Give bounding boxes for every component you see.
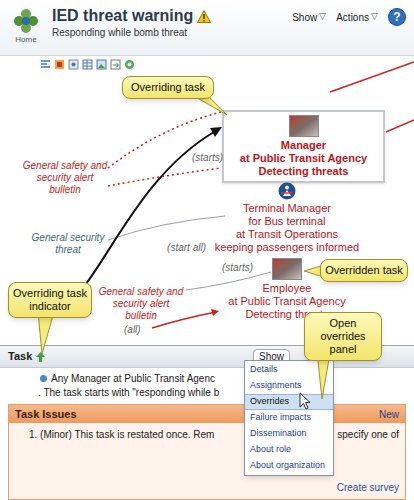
menu-item-label[interactable]: Overrides [250,395,289,409]
diagram-node[interactable]: Managerat Public Transit AgencyDetecting… [222,110,385,183]
role-badge-icon [278,182,296,200]
edge-label: General safety andsecurity alertbulletin [98,286,184,322]
person-photo [272,258,302,280]
title-block: IED threat warning Responding while bomb… [52,0,292,39]
home-label[interactable]: Home [15,35,36,45]
table-icon[interactable] [82,59,93,70]
edge-label: (all) [124,324,150,336]
edge-label-line: General security [32,232,105,244]
task-summary-text: Any Manager at Public Transit Agenc [51,372,215,385]
menu-item[interactable]: About role [245,442,333,458]
edge-label-line: General safety and [99,286,184,298]
home-link[interactable]: Home [0,0,52,45]
task-summary: Any Manager at Public Transit Agenc. The… [0,368,414,404]
dropdown-arrow[interactable]: ▽ [371,10,378,24]
menu-item-label[interactable]: Details [250,363,278,377]
node-label-line: at Transit Operations [236,228,338,241]
callout: Overridden task [320,259,408,282]
layout-icon[interactable] [40,59,51,70]
bullet-icon [40,375,47,382]
app-window: Home IED threat warning Responding while… [0,0,414,500]
menu-item-label[interactable]: About organization [250,459,325,473]
issue-text: 1. (Minor) This task is restated once. R… [15,428,214,441]
image-icon[interactable] [96,59,107,70]
show-menu: Details Assignments Overrides Failure impac… [244,360,334,476]
edge-label-line: (starts) [222,262,253,274]
node-label-line: Terminal Manager [243,202,331,215]
menu-item[interactable]: Assignments [245,378,333,394]
node-label-line: Employee [263,282,312,295]
task-summary-line: Any Manager at Public Transit Agenc [8,372,406,385]
edge-label: General safety andsecurity alertbulletin [22,160,108,196]
edge-label-line: bulletin [49,184,81,196]
menu-item[interactable]: Failure impacts [245,410,333,426]
diagram-node[interactable]: Terminal Managerfor Bus terminalat Trans… [207,182,367,254]
node-label-line: at Public Transit Agency [240,152,367,165]
menu-item-label[interactable]: Dissemination [250,427,307,441]
add-icon[interactable] [54,59,65,70]
node-label-line: Manager [281,139,326,152]
edge-label-line: General safety and [23,160,108,172]
toolbar [0,56,414,72]
callout: Overriding task [122,76,214,99]
node-label: Terminal Managerfor Bus terminalat Trans… [215,202,359,254]
help-button[interactable]: ? [388,8,406,26]
node-label-line: for Bus terminal [248,215,325,228]
task-issues-title: Task Issues [15,406,77,423]
logo-icon[interactable] [12,7,40,35]
edge-label: General securitythreat [28,232,108,256]
task-summary-line: . The task starts with "responding while… [8,386,406,399]
page-title: IED threat warning [52,6,193,26]
task-issues-body: 1. (Minor) This task is restated once. R… [9,423,405,499]
edge-label-line: security alert [113,298,170,310]
edge-label-line: (all) [124,324,141,336]
connections-overlay [0,0,414,500]
menu-item-label[interactable]: Assignments [250,379,302,393]
issue-text-tail: specify one of [337,428,399,441]
node-label: Managerat Public Transit AgencyDetecting… [240,139,367,178]
menu-item[interactable]: About organization [245,458,333,474]
task-issues-box: Task Issues New 1. (Minor) This task is … [8,404,406,500]
edge-label-line: bulletin [125,310,157,322]
person-photo [289,115,319,137]
node-label-line: at Public Transit Agency [228,295,345,308]
edge-label-line: (start all) [167,242,206,254]
edge-label-line: security alert [37,172,94,184]
edge-label: (start all) [150,242,206,254]
header: Home IED threat warning Responding while… [0,0,414,56]
export-icon[interactable] [110,59,121,70]
dropdown-arrow[interactable]: ▽ [319,10,326,24]
menu-item[interactable]: Overrides [245,394,333,410]
task-summary-text: . The task starts with "responding while… [38,386,219,399]
header-menu[interactable]: Show▽ [292,10,326,25]
override-arrow-icon[interactable] [36,352,45,362]
task-issues-header: Task Issues New [9,405,405,423]
page-subtitle: Responding while bomb threat [52,26,292,39]
edge-label-line: threat [55,244,81,256]
menu-item[interactable]: Dissemination [245,426,333,442]
issue-item: 1. (Minor) This task is restated once. R… [15,428,399,441]
task-title: Task [8,348,32,365]
menu-item-label[interactable]: About role [250,443,291,457]
node-label-line: keeping passengers informed [215,241,359,254]
header-menus: Show▽Actions▽? [292,0,414,26]
edge-label-line: (starts) [192,152,223,164]
header-menu-label[interactable]: Actions [336,10,369,25]
warning-icon [197,10,211,23]
refresh-icon[interactable] [124,59,135,70]
cursor-icon [300,393,310,409]
task-panel: Task Show Any Manager at Public Transit … [0,345,414,500]
node-label-line: Detecting threats [259,165,349,178]
create-survey-link[interactable]: Create survey [337,480,399,495]
menu-item-label[interactable]: Failure impacts [250,411,311,425]
header-menu-label[interactable]: Show [292,10,317,25]
menu-item[interactable]: Details [245,362,333,378]
callout: Overriding task indicator [8,282,92,318]
map-icon[interactable] [68,59,79,70]
edge-label: (starts) [222,262,262,274]
new-issue-link[interactable]: New [379,407,399,422]
callout: Open overrides panel [304,312,382,361]
edge-label: (starts) [192,152,232,164]
header-menu[interactable]: Actions▽ [336,10,378,25]
